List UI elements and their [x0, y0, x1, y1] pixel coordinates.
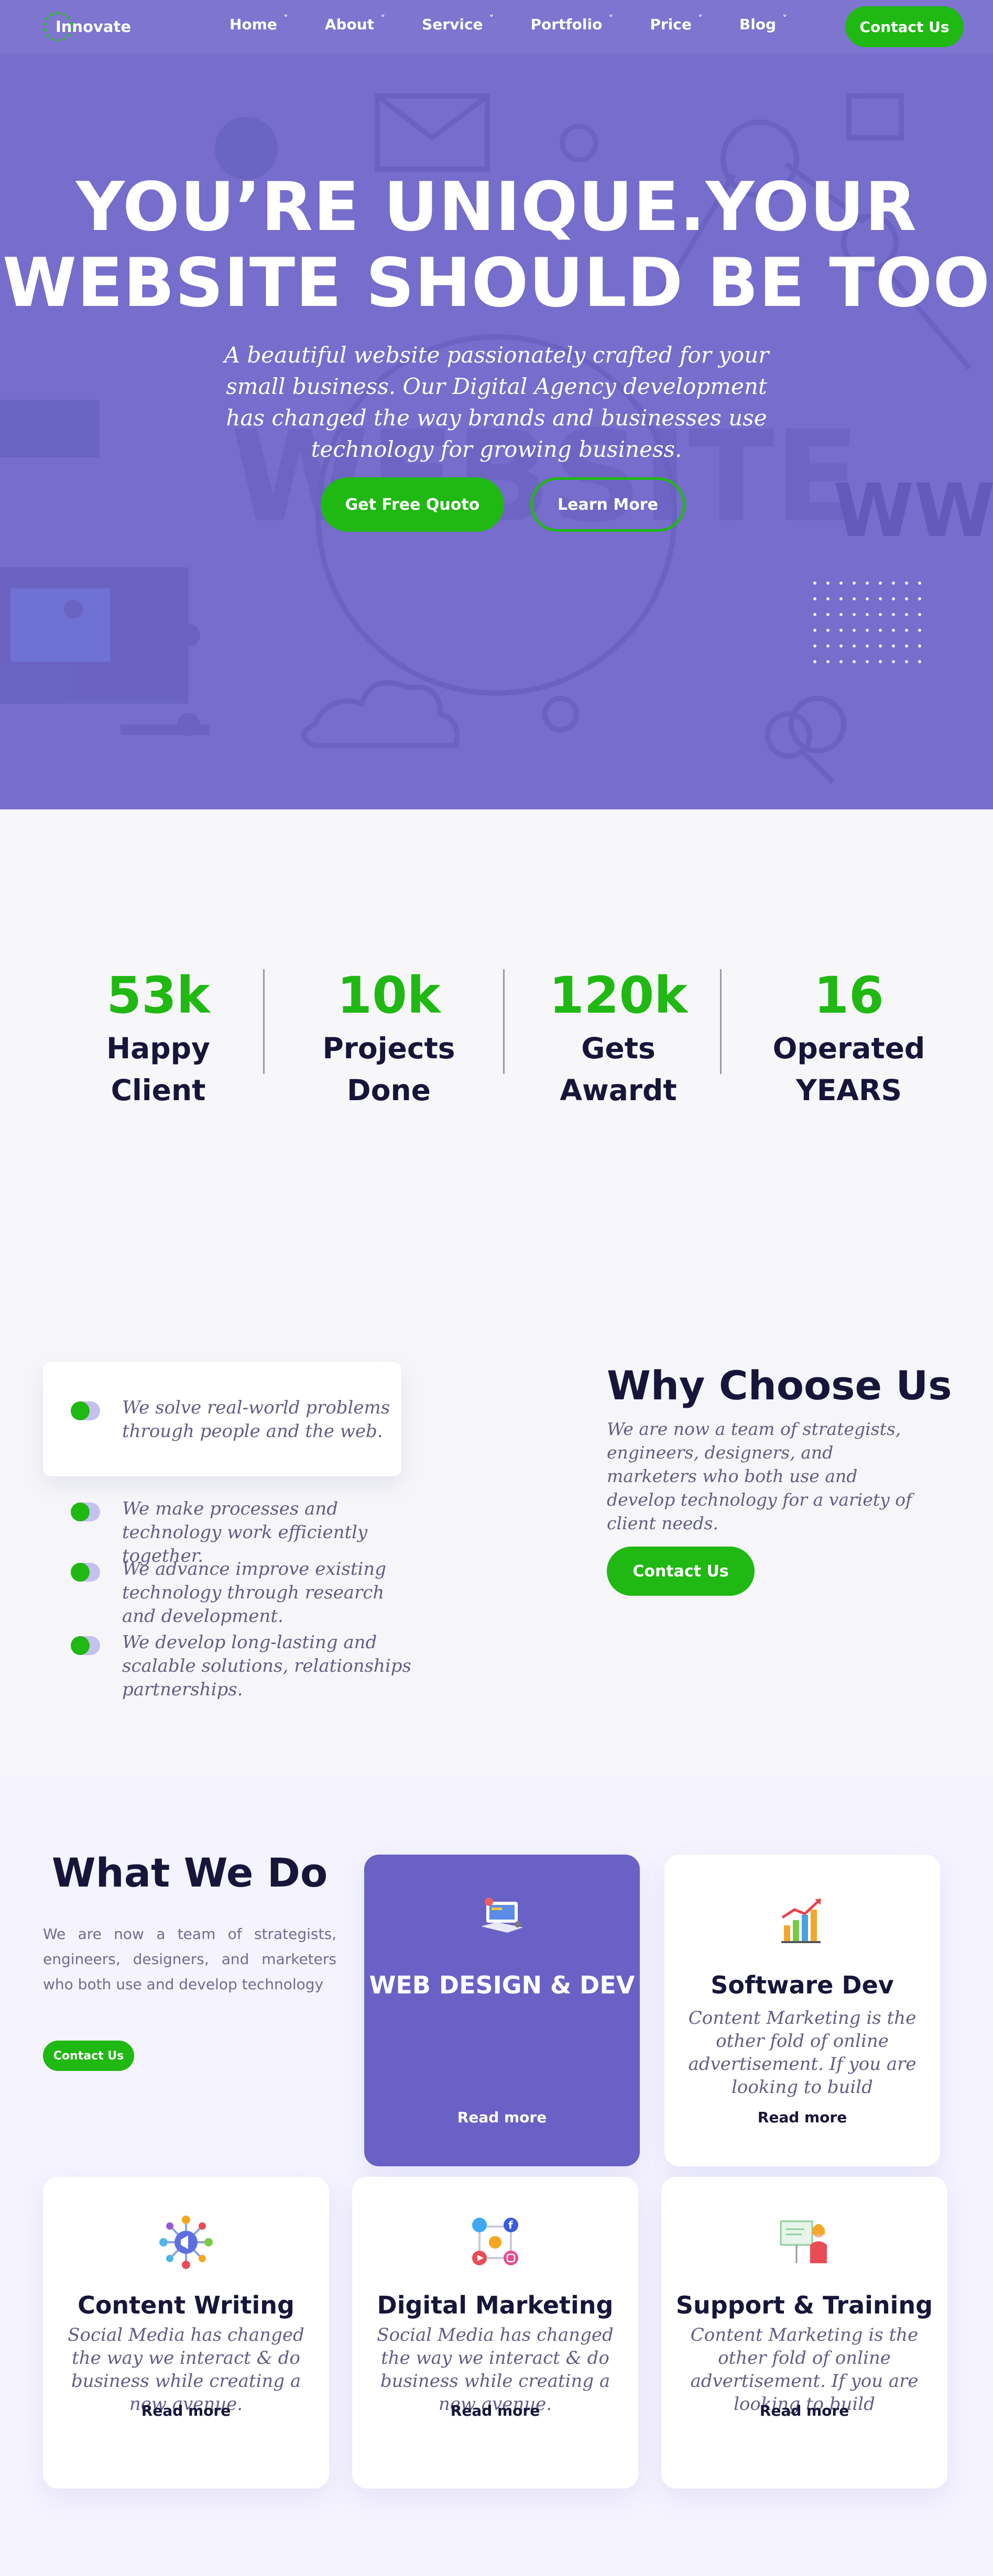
chevron-down-icon: ˅ — [283, 14, 288, 25]
what-we-do-contact-button[interactable]: Contact Us — [43, 2041, 134, 2071]
chevron-down-icon: ˅ — [697, 14, 703, 25]
menu-item-portfolio[interactable]: Portfolio ˅ — [530, 14, 614, 33]
hero-bg-www: WWW — [833, 468, 993, 554]
hero-buttons: Get Free Quoto Learn More — [321, 477, 685, 532]
chevron-down-icon: ˅ — [782, 14, 788, 25]
hero-subtitle: A beautiful website passionately crafted… — [224, 342, 769, 462]
stat-operated-years: 16 Operated YEARS — [728, 967, 969, 1111]
top-navbar: Innovate Home ˅ About ˅ Service ˅ Portfolio… — [0, 0, 993, 54]
stat-value: 53k — [106, 966, 210, 1025]
hero-section: WEBSITE WWW YOU’RE UNIQUE.YOUR WEBSITE S… — [0, 54, 993, 809]
what-we-do-section: What We Do We are now a team of strategi… — [0, 1776, 993, 2576]
menu-item-price[interactable]: Price ˅ — [650, 14, 703, 33]
menu-item-about[interactable]: About ˅ — [324, 14, 386, 33]
menu-label: About — [324, 16, 375, 33]
chevron-down-icon: ˅ — [380, 14, 386, 25]
dot-grid — [813, 582, 921, 663]
stat-value: 120k — [549, 966, 688, 1025]
hero-title-line-1: YOU’RE UNIQUE.YOUR — [76, 168, 917, 246]
nav-contact-button[interactable]: Contact Us — [845, 6, 964, 47]
feature-item: We develop long-lasting and scalable sol… — [71, 1631, 416, 1702]
learn-more-button[interactable]: Learn More — [530, 477, 685, 532]
chart-icon — [781, 1898, 822, 1943]
stat-projects-done: 10k Projects Done — [279, 967, 499, 1111]
service-card-support-training[interactable]: Support & Training Content Marketing is … — [661, 2177, 947, 2489]
stats-section: 53k Happy Client 10k Projects Done 120k … — [0, 809, 993, 1160]
why-contact-button[interactable]: Contact Us — [607, 1547, 755, 1596]
web-design-icon — [481, 1898, 523, 1933]
read-more-link[interactable]: Read more — [43, 2402, 329, 2419]
hero-title-line-2: WEBSITE SHOULD BE TOO — [2, 244, 991, 322]
menu-item-service[interactable]: Service ˅ — [422, 14, 494, 33]
menu-label: Home — [230, 16, 277, 33]
toggle-icon — [71, 1401, 100, 1420]
why-text: We are now a team of strategists, engine… — [607, 1419, 912, 1533]
feature-text: We develop long-lasting and scalable sol… — [122, 1632, 411, 1700]
feature-item: We solve real-world problems through peo… — [71, 1396, 416, 1443]
toggle-icon — [71, 1503, 100, 1521]
stat-value: 16 — [814, 966, 884, 1025]
main-menu: Home ˅ About ˅ Service ˅ Portfolio ˅ Price ˅ … — [230, 14, 824, 33]
what-we-do-title: What We Do — [51, 1849, 328, 1896]
social-media-icon: f — [472, 2218, 518, 2265]
card-title: Digital Marketing — [377, 2291, 614, 2319]
read-more-link[interactable]: Read more — [352, 2402, 638, 2419]
menu-label: Blog — [739, 16, 777, 33]
menu-item-blog[interactable]: Blog ˅ — [739, 14, 788, 33]
megaphone-icon — [159, 2216, 213, 2269]
feature-item: We advance improve existing technology t… — [71, 1558, 416, 1628]
stat-label: Operated YEARS — [772, 1032, 925, 1107]
chevron-down-icon: ˅ — [489, 14, 494, 25]
read-more-link[interactable]: Read more — [664, 2109, 940, 2126]
why-title: Why Choose Us — [607, 1362, 952, 1409]
menu-label: Service — [422, 16, 483, 33]
stat-label: Gets Awardt — [560, 1032, 677, 1107]
stat-divider — [720, 969, 722, 1074]
card-description: Content Marketing is the other fold of o… — [688, 2008, 916, 2098]
logo-text: Innovate — [56, 18, 132, 36]
stat-value: 10k — [337, 966, 441, 1025]
menu-label: Price — [650, 16, 692, 33]
read-more-link[interactable]: Read more — [661, 2402, 947, 2419]
service-card-web-design[interactable]: WEB DESIGN & DEV Read more — [364, 1855, 640, 2166]
stat-label: Happy Client — [106, 1032, 210, 1107]
card-title: Content Writing — [78, 2291, 294, 2319]
service-card-software-dev[interactable]: Software Dev Content Marketing is the ot… — [664, 1855, 940, 2166]
menu-label: Portfolio — [530, 16, 603, 33]
toggle-icon — [71, 1636, 100, 1655]
what-we-do-text: We are now a team of strategists, engine… — [43, 1925, 336, 1993]
card-title: Support & Training — [675, 2291, 933, 2319]
card-title: WEB DESIGN & DEV — [369, 1971, 635, 1999]
stat-divider — [503, 969, 505, 1074]
stat-happy-client: 53k Happy Client — [64, 967, 253, 1111]
menu-item-home[interactable]: Home ˅ — [230, 14, 288, 33]
get-free-quote-button[interactable]: Get Free Quoto — [321, 477, 504, 532]
feature-text: We advance improve existing technology t… — [122, 1559, 387, 1627]
stat-label: Projects Done — [322, 1032, 455, 1107]
why-choose-us-section: We solve real-world problems through peo… — [0, 1278, 993, 1776]
stat-divider — [263, 969, 265, 1074]
stat-gets-award: 120k Gets Awardt — [519, 967, 718, 1111]
chevron-down-icon: ˅ — [608, 14, 614, 25]
toggle-icon — [71, 1563, 100, 1582]
logo[interactable]: Innovate — [43, 4, 132, 49]
service-card-digital-marketing[interactable]: f Digital Marketing Social Media has cha… — [352, 2177, 638, 2489]
service-card-content-writing[interactable]: Content Writing Social Media has changed… — [43, 2177, 329, 2489]
presentation-icon — [780, 2220, 827, 2263]
card-title: Software Dev — [711, 1971, 894, 1999]
svg-text:f: f — [508, 2219, 513, 2231]
feature-text: We solve real-world problems through peo… — [122, 1397, 390, 1442]
hero-title: YOU’RE UNIQUE.YOUR WEBSITE SHOULD BE TOO — [0, 169, 993, 321]
read-more-link[interactable]: Read more — [364, 2109, 640, 2126]
